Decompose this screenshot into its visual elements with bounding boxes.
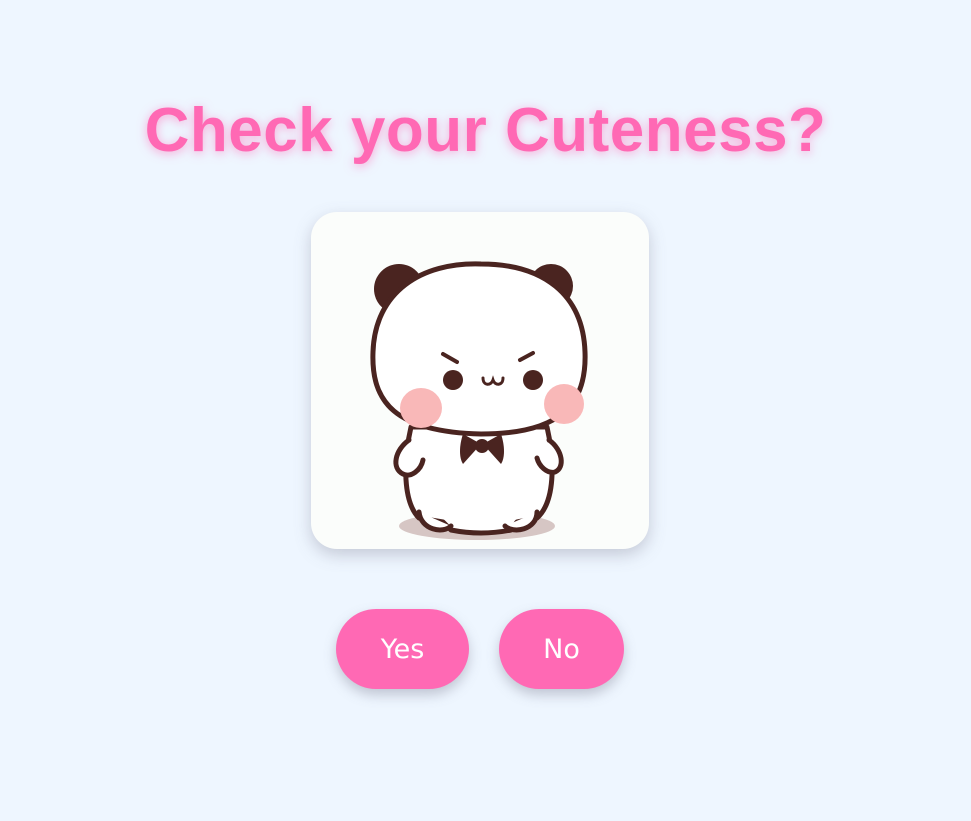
panda-image-card xyxy=(311,212,649,549)
no-button[interactable]: No xyxy=(499,609,624,689)
page-title: Check your Cuteness? xyxy=(144,96,827,165)
panda-bear-icon xyxy=(370,261,588,540)
yes-button[interactable]: Yes xyxy=(336,609,469,689)
